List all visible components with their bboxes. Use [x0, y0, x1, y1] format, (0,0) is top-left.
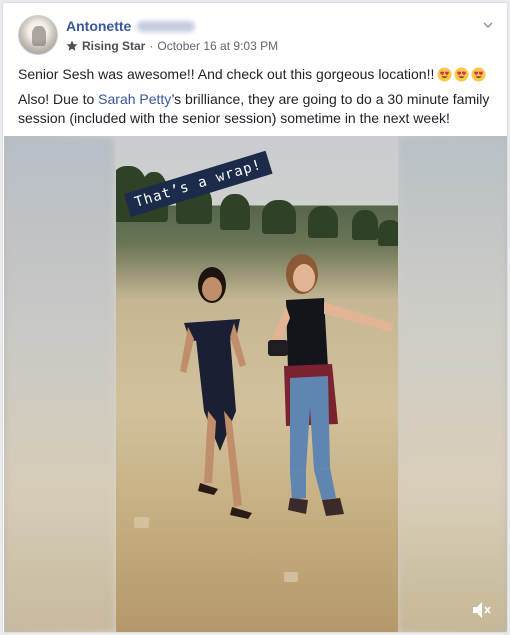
- tree-shape: [220, 194, 250, 230]
- video-blur-left: [4, 136, 116, 632]
- post-card: Antonette Rising Star · October 16 at 9:…: [2, 2, 508, 633]
- tree-shape: [378, 220, 398, 246]
- post-line-1: Senior Sesh was awesome!! And check out …: [18, 65, 498, 84]
- tree-shape: [352, 210, 378, 240]
- heart-eyes-emoji-icon: [454, 67, 469, 82]
- tree-shape: [308, 206, 338, 238]
- person-right: [268, 254, 394, 516]
- post-text: Senior Sesh was awesome!! And check out …: [18, 65, 498, 134]
- video-blur-right: [398, 136, 507, 632]
- person-left: [180, 267, 252, 519]
- heart-eyes-emoji-icon: [437, 67, 452, 82]
- emoji-group: [437, 67, 486, 82]
- video-frame: That’s a wrap!: [116, 136, 398, 632]
- post-line-2: Also! Due to Sarah Petty’s brilliance, t…: [18, 90, 498, 128]
- post-line-2-start: Also! Due to: [18, 91, 99, 107]
- post-meta: Rising Star · October 16 at 9:03 PM: [66, 39, 278, 53]
- author-name[interactable]: Antonette: [66, 18, 131, 34]
- meta-separator: ·: [149, 39, 154, 53]
- video-player[interactable]: That’s a wrap!: [4, 136, 507, 632]
- mention-link[interactable]: Sarah Petty: [98, 91, 171, 107]
- tree-shape: [262, 200, 296, 234]
- redacted-last-name: [137, 20, 196, 32]
- post-line-1-text: Senior Sesh was awesome!! And check out …: [18, 66, 435, 82]
- video-tag-2: [284, 572, 299, 582]
- avatar[interactable]: [18, 15, 58, 55]
- speaker-muted-icon[interactable]: [470, 599, 492, 621]
- badge-label: Rising Star: [82, 39, 146, 53]
- star-badge-icon: [66, 40, 78, 52]
- timestamp[interactable]: October 16 at 9:03 PM: [157, 39, 278, 53]
- heart-eyes-emoji-icon: [471, 67, 486, 82]
- author-row: Antonette: [66, 17, 196, 35]
- chevron-down-icon[interactable]: [483, 17, 493, 29]
- video-tag-1: [134, 517, 149, 528]
